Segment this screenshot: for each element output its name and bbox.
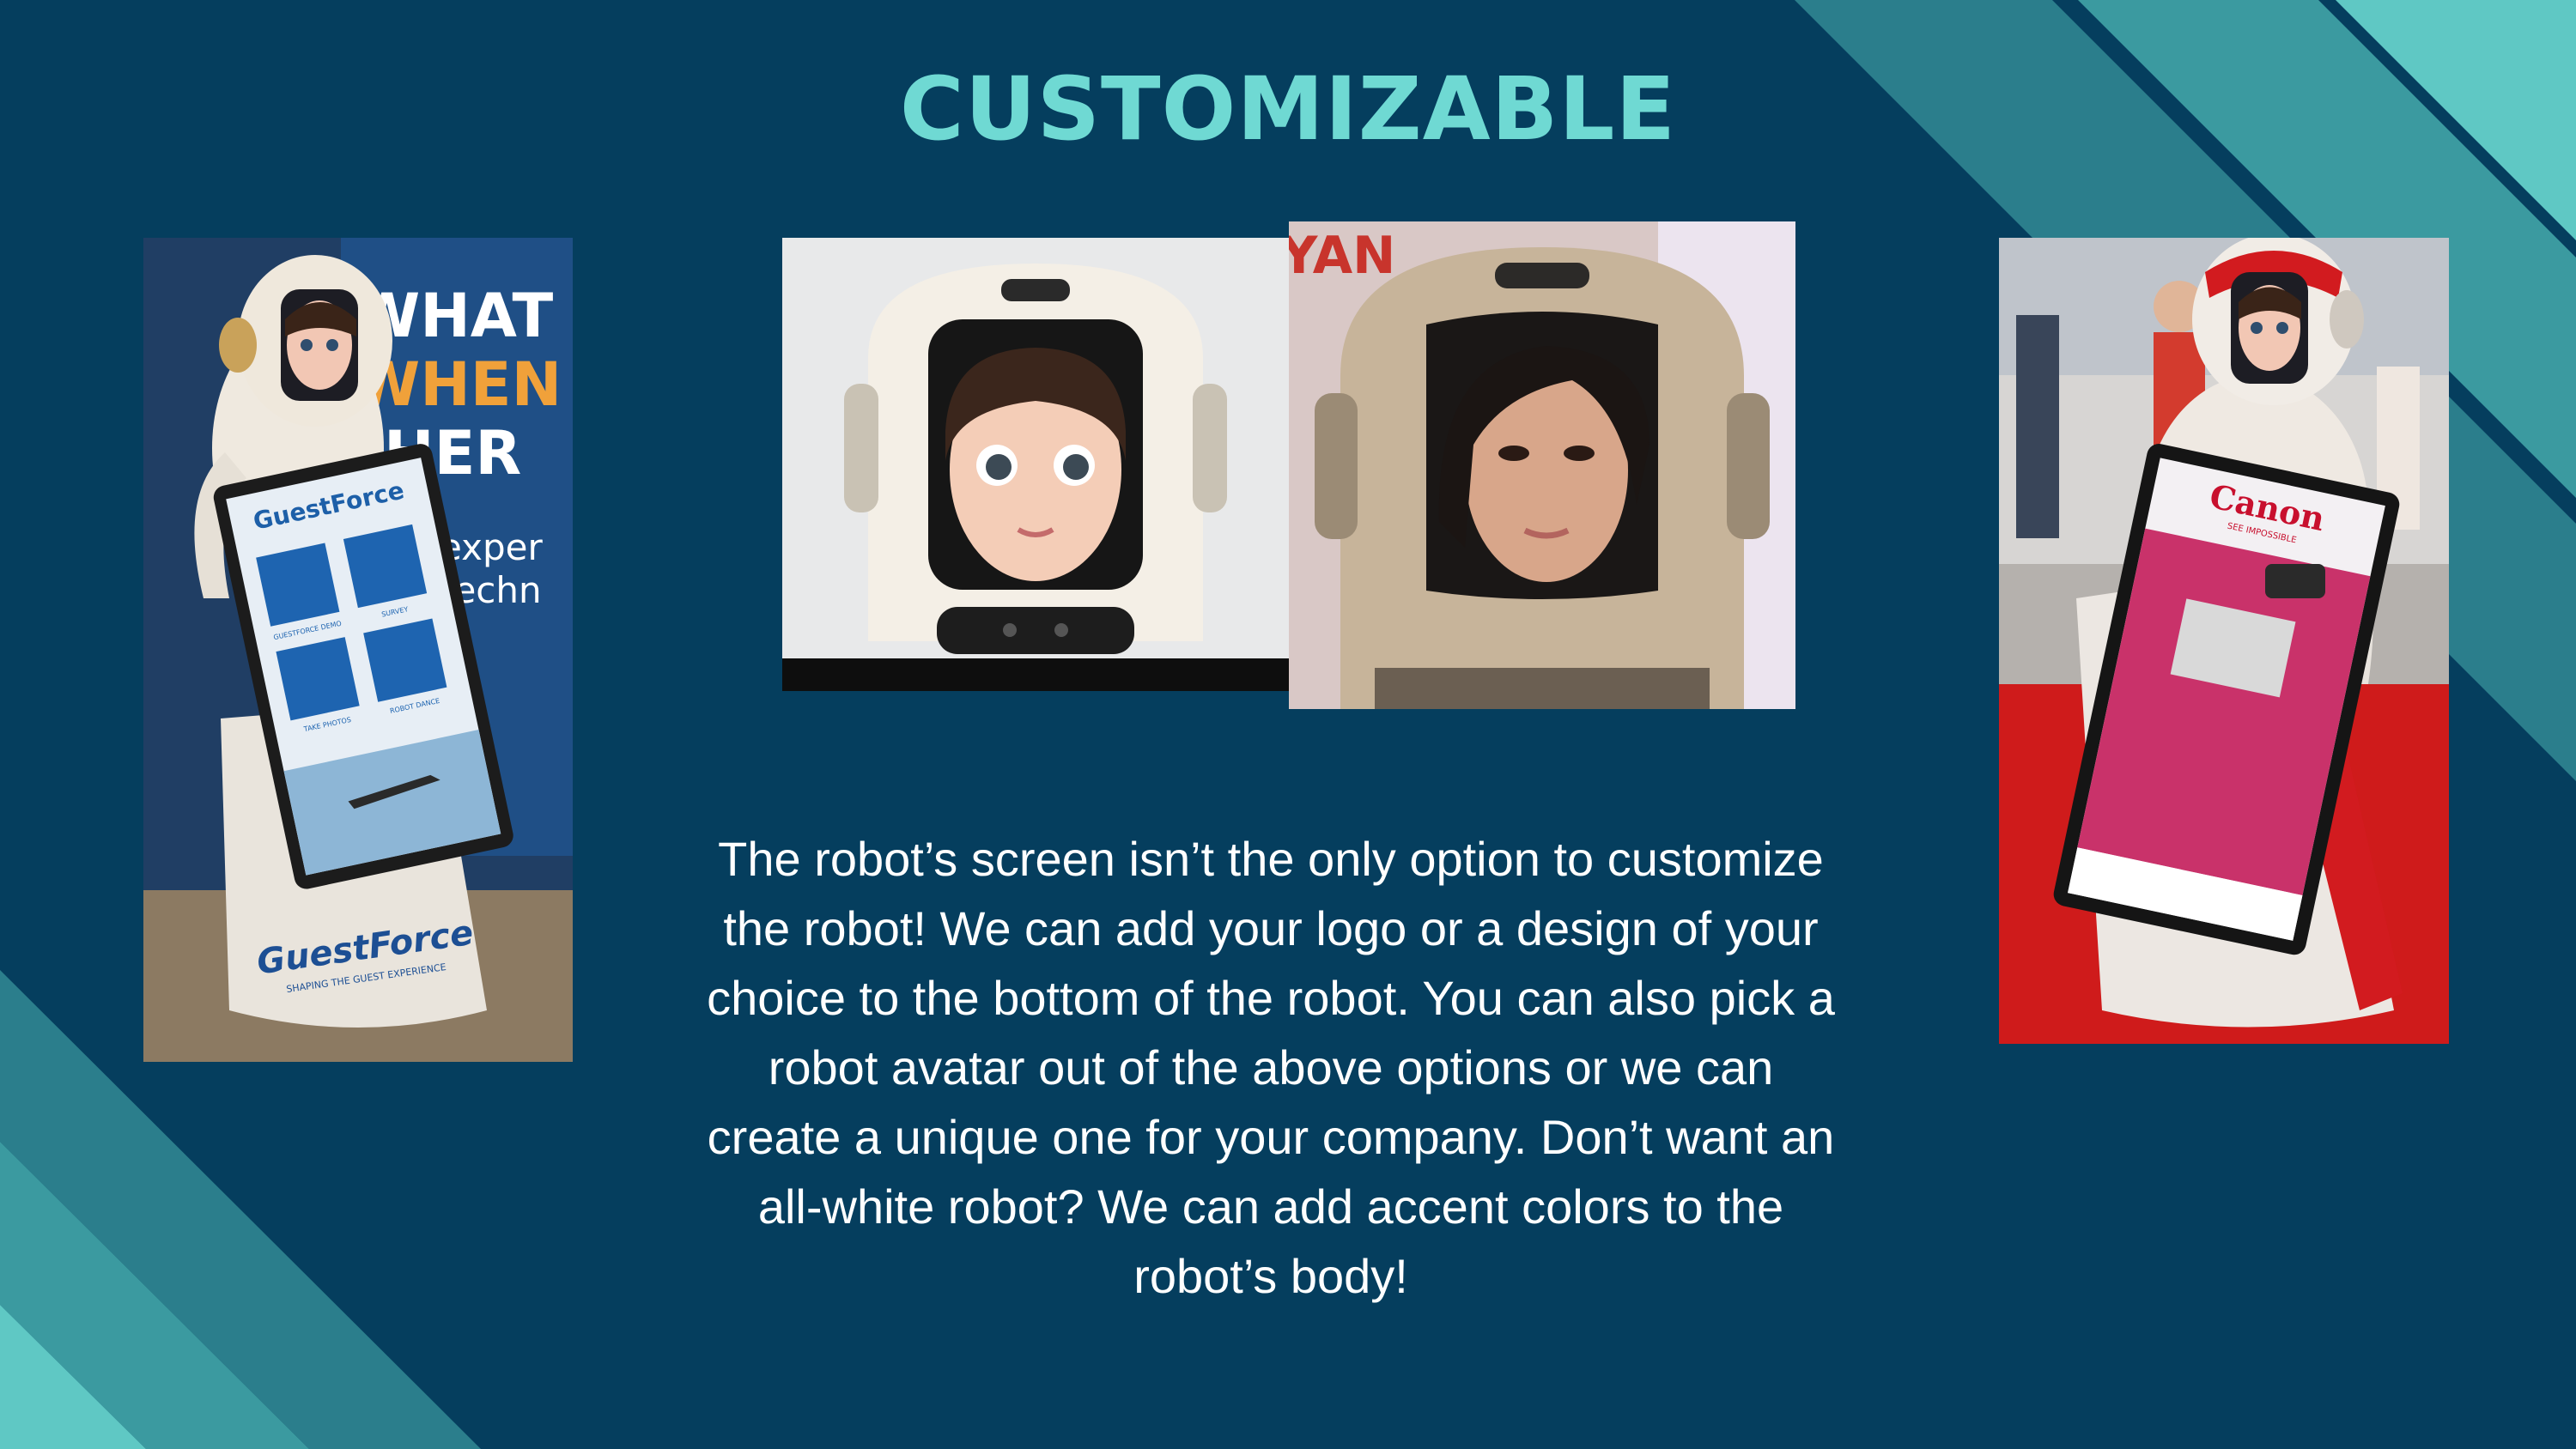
photo-left-robot: WHAT WHEN HER exper techn GuestForce GUE… [143,238,573,1062]
right-robot-illustration: Canon SEE IMPOSSIBLE [1999,238,2449,1044]
left-robot-illustration: WHAT WHEN HER exper techn GuestForce GUE… [143,238,573,1062]
photo-avatar-cartoon [782,238,1289,691]
body-paragraph: The robot’s screen isn’t the only option… [707,832,1835,1303]
slide-title: CUSTOMIZABLE [899,58,1677,161]
photo-right-robot: Canon SEE IMPOSSIBLE [1999,238,2449,1044]
background-sign: YAN [1289,226,1395,286]
photo-avatar-realistic: YAN [1289,221,1795,709]
cartoon-avatar-illustration [782,238,1289,691]
slide: CUSTOMIZABLE WHAT WHEN HER exper techn G… [0,0,2576,1449]
realistic-avatar-illustration: YAN [1289,221,1795,709]
